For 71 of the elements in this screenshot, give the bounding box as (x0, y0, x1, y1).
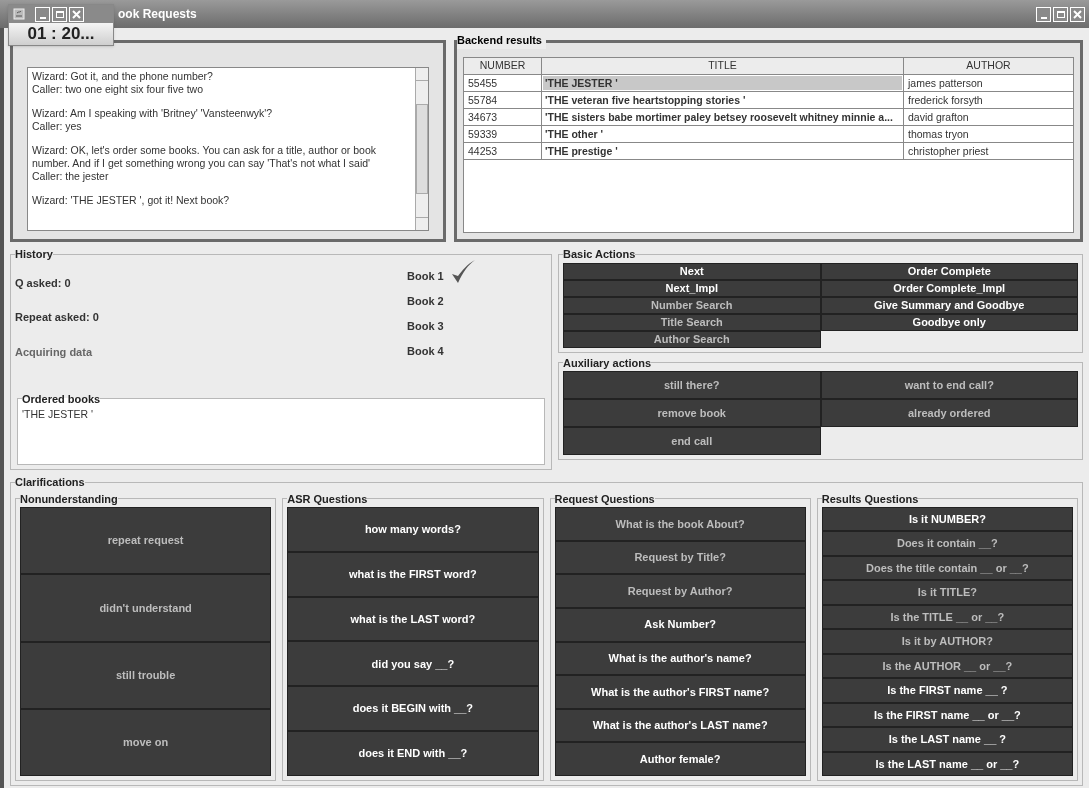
maximize-icon[interactable] (52, 6, 67, 22)
status-text: Acquiring data (15, 344, 94, 360)
column-header[interactable]: NUMBER (464, 58, 542, 74)
group-title: ASR Questions (287, 491, 368, 507)
close-icon[interactable] (69, 6, 84, 22)
group-title: Request Questions (554, 491, 655, 507)
action-button[interactable]: Is the LAST name __ or __? (821, 751, 1073, 776)
column-header[interactable]: AUTHOR (904, 58, 1073, 74)
transcript-line: Caller: the jester (32, 170, 110, 183)
table-cell[interactable]: 'THE sisters babe mortimer paley betsey roosevelt whitney minnie a... (543, 109, 902, 124)
table-cell[interactable]: 'THE veteran five heartstopping stories ' (543, 92, 902, 107)
transcript-line: Caller: yes (32, 120, 83, 133)
column-header[interactable]: TITLE (542, 58, 904, 74)
table-cell-text: christopher priest (907, 143, 990, 159)
close-icon[interactable] (1070, 6, 1085, 22)
transcript-area[interactable] (27, 67, 429, 231)
transcript-line: Wizard: OK, let's order some books. You can ask for a title, author or book number. And if I get something wrong you can say 'That's not what I said' (32, 144, 377, 170)
group-title: History (15, 247, 53, 262)
ordered-book: 'THE JESTER ' (22, 407, 95, 422)
question-count: Q asked: 0 (15, 275, 72, 291)
action-button[interactable]: how many words? (287, 507, 539, 552)
table-cell: 55455 (464, 74, 542, 91)
repeat-count: Repeat asked: 0 (15, 310, 100, 325)
transcript-line: Caller: two one eight six four five two (32, 83, 204, 96)
table-cell-text: frederick forsyth (907, 92, 984, 108)
group-title: Basic Actions (563, 247, 636, 262)
timer: 01 : 20... (9, 23, 113, 45)
scrollbar[interactable] (415, 68, 428, 230)
action-button[interactable]: Is the FIRST name __ ? (821, 678, 1073, 703)
action-button[interactable]: Order Complete (820, 262, 1078, 280)
group-title: Ordered books (22, 391, 101, 407)
action-button[interactable]: Author female? (554, 742, 806, 776)
maximize-icon[interactable] (1053, 6, 1068, 22)
table-cell[interactable]: 'THE JESTER ' (543, 75, 902, 90)
table-cell: 44253 (464, 142, 542, 159)
table-cell: 55784 (464, 91, 542, 108)
action-button[interactable]: Is the LAST name __ ? (821, 727, 1073, 752)
action-button[interactable]: does it BEGIN with __? (287, 686, 539, 732)
book-label: Book 2 (407, 294, 444, 309)
action-button[interactable]: did you say __? (287, 641, 539, 687)
transcript-line: Wizard: Am I speaking with 'Britney' 'Vansteenwyk'? (32, 107, 274, 120)
book-label: Book 4 (407, 344, 444, 359)
action-button[interactable]: Next (563, 262, 821, 280)
table-cell-text: david grafton (907, 109, 970, 125)
app-icon (13, 8, 25, 20)
group-title: Auxiliary actions (563, 355, 652, 371)
group-title: Clarifications (15, 475, 85, 490)
table-cell: 34673 (464, 108, 542, 125)
table-cell[interactable]: 'THE other ' (543, 126, 902, 141)
action-button[interactable]: Ask Number? (554, 607, 806, 642)
book-label: Book 3 (407, 319, 444, 334)
minimize-icon[interactable] (1036, 6, 1051, 22)
book-label: Book 1 (407, 269, 444, 284)
transcript-line: Wizard: 'THE JESTER ', got it! Next book? (32, 194, 231, 207)
group-title: Results Questions (821, 491, 919, 507)
action-button[interactable]: What is the author's name? (554, 641, 806, 676)
table-cell: 59339 (464, 125, 542, 142)
action-button[interactable]: does it END with __? (287, 731, 539, 776)
window-title: ook Requests (118, 6, 198, 23)
transcript-line: Wizard: Got it, and the phone number? (32, 70, 214, 83)
table-cell[interactable]: 'THE prestige ' (543, 143, 902, 158)
minimize-icon[interactable] (35, 6, 50, 22)
group-title: Nonunderstanding (20, 491, 118, 507)
table-cell-text: thomas tryon (907, 126, 970, 142)
action-button[interactable]: Is the FIRST name __ or __? (821, 702, 1073, 728)
action-button[interactable]: What is the author's LAST name? (554, 708, 806, 743)
action-button[interactable]: Is it NUMBER? (821, 507, 1073, 532)
action-button[interactable]: what is the FIRST word? (287, 551, 539, 597)
action-button[interactable]: What is the author's FIRST name? (554, 675, 806, 709)
action-button[interactable]: what is the LAST word? (287, 596, 539, 642)
table-cell-text: james patterson (906, 75, 984, 91)
